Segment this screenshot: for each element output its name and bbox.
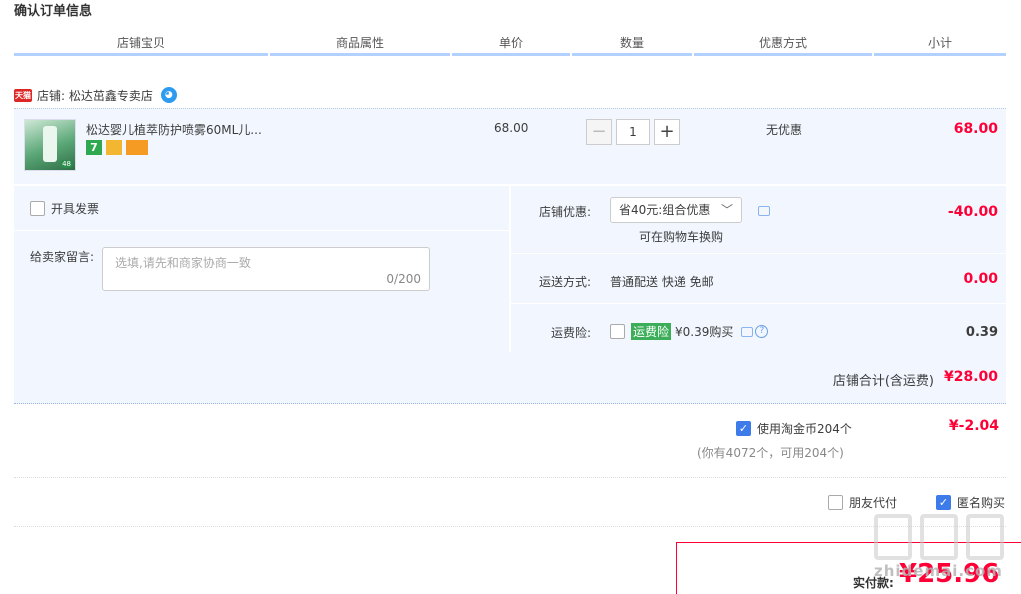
product-thumbnail[interactable]: 48	[24, 119, 76, 171]
shop-discount-value: 省40元:组合优惠	[619, 203, 711, 217]
item-subtotal: 68.00	[953, 121, 998, 137]
insurance-option[interactable]: 运费险 ¥0.39购买 ?	[610, 323, 769, 340]
message-label: 给卖家留言:	[30, 250, 95, 264]
seven-day-return-icon[interactable]: 7	[86, 140, 102, 155]
shop-discount-hint: 可在购物车换购	[639, 230, 724, 244]
divider	[14, 526, 1006, 527]
thumb-badge: 48	[60, 160, 73, 168]
guarantee-icon[interactable]	[106, 140, 122, 155]
comment-icon[interactable]	[758, 206, 770, 216]
invoice-message-panel: 开具发票 给卖家留言: 选填,请先和商家协商一致 0/200	[14, 186, 509, 352]
shop-name[interactable]: 店铺: 松达茁鑫专卖店	[37, 87, 153, 104]
column-header: 店铺宝贝 商品属性 单价 数量 优惠方式 小计	[14, 30, 1006, 56]
column-subtotal: 小计	[874, 30, 1006, 56]
shop-total-row: 店铺合计(含运费) ¥28.00	[14, 352, 1006, 404]
message-counter: 0/200	[386, 272, 421, 286]
insurance-price: ¥0.39购买	[675, 325, 734, 339]
shop-header: 天猫 店铺: 松达茁鑫专卖店 ◕	[14, 86, 177, 104]
watermark-glyph	[966, 514, 1004, 560]
shop-total-amount: ¥28.00	[943, 369, 998, 385]
shop-discount-amount: -40.00	[947, 204, 998, 220]
shipping-label: 运送方式:	[538, 275, 591, 289]
coin-option[interactable]: ✓ 使用淘金币204个	[736, 420, 852, 437]
invoice-checkbox[interactable]	[30, 201, 45, 216]
help-icon[interactable]: ?	[755, 325, 769, 338]
divider	[14, 230, 509, 231]
order-item-row: 48 松达婴儿植萃防护喷雾60ML儿... 7 68.00 − 1 + 无优惠 …	[14, 108, 1006, 184]
watermark-glyph	[874, 514, 912, 560]
order-detail-panel: 开具发票 给卖家留言: 选填,请先和商家协商一致 0/200 店铺优惠: 省40…	[14, 186, 1006, 352]
shipping-amount: 0.00	[963, 271, 998, 287]
column-shop-item: 店铺宝贝	[14, 30, 268, 56]
column-unit-price: 单价	[452, 30, 570, 56]
tmall-badge: 天猫	[14, 88, 32, 102]
product-title[interactable]: 松达婴儿植萃防护喷雾60ML儿...	[86, 121, 262, 138]
message-placeholder: 选填,请先和商家协商一致	[115, 256, 251, 270]
page-title: 确认订单信息	[14, 4, 93, 19]
comment-icon[interactable]	[741, 326, 754, 337]
seller-message-input[interactable]: 选填,请先和商家协商一致 0/200	[102, 247, 430, 291]
shop-total-label: 店铺合计(含运费)	[832, 374, 934, 389]
coin-amount: ¥-2.04	[948, 418, 999, 434]
shop-discount-row: 店铺优惠: 省40元:组合优惠 ﹀ 可在购物车换购 -40.00	[511, 186, 1006, 254]
divider	[14, 477, 1006, 478]
insurance-amount: 0.39	[965, 325, 998, 340]
friend-pay-checkbox[interactable]	[828, 495, 843, 510]
quantity-stepper: − 1 +	[586, 119, 680, 147]
coin-label: 使用淘金币204个	[757, 422, 852, 436]
quantity-input[interactable]: 1	[616, 119, 650, 145]
watermark-glyph	[920, 514, 958, 560]
coin-checkbox[interactable]: ✓	[736, 421, 751, 436]
quantity-increase-button[interactable]: +	[654, 119, 680, 145]
insurance-checkbox[interactable]	[610, 324, 625, 339]
insurance-tag: 运费险	[631, 323, 672, 340]
shipping-row: 运送方式: 普通配送 快递 免邮 0.00	[511, 255, 1006, 304]
discount-shipping-panel: 店铺优惠: 省40元:组合优惠 ﹀ 可在购物车换购 -40.00 运送方式: 普…	[511, 186, 1006, 352]
invoice-label: 开具发票	[51, 202, 100, 216]
chevron-down-icon: ﹀	[720, 203, 733, 217]
quantity-decrease-button[interactable]: −	[586, 119, 612, 145]
promotion-method: 无优惠	[766, 123, 803, 137]
invoice-option[interactable]: 开具发票	[30, 200, 99, 217]
shipping-method: 普通配送 快递 免邮	[610, 275, 714, 289]
unit-price: 68.00	[494, 121, 529, 135]
watermark-text: zhidemai.com	[874, 562, 1003, 580]
bottle-image	[43, 126, 57, 162]
watermark-logo: zhidemai.com	[872, 500, 1012, 594]
shop-discount-label: 店铺优惠:	[538, 205, 591, 219]
shop-discount-select[interactable]: 省40元:组合优惠 ﹀	[610, 197, 742, 223]
card-payment-icon[interactable]	[126, 140, 148, 155]
chat-icon[interactable]: ◕	[160, 87, 177, 103]
column-attributes: 商品属性	[270, 30, 450, 56]
column-promotion: 优惠方式	[694, 30, 872, 56]
column-quantity: 数量	[572, 30, 692, 56]
coin-note: (你有4072个，可用204个)	[697, 446, 844, 460]
insurance-row: 运费险: 运费险 ¥0.39购买 ? 0.39	[511, 305, 1006, 352]
insurance-label: 运费险:	[550, 326, 591, 340]
